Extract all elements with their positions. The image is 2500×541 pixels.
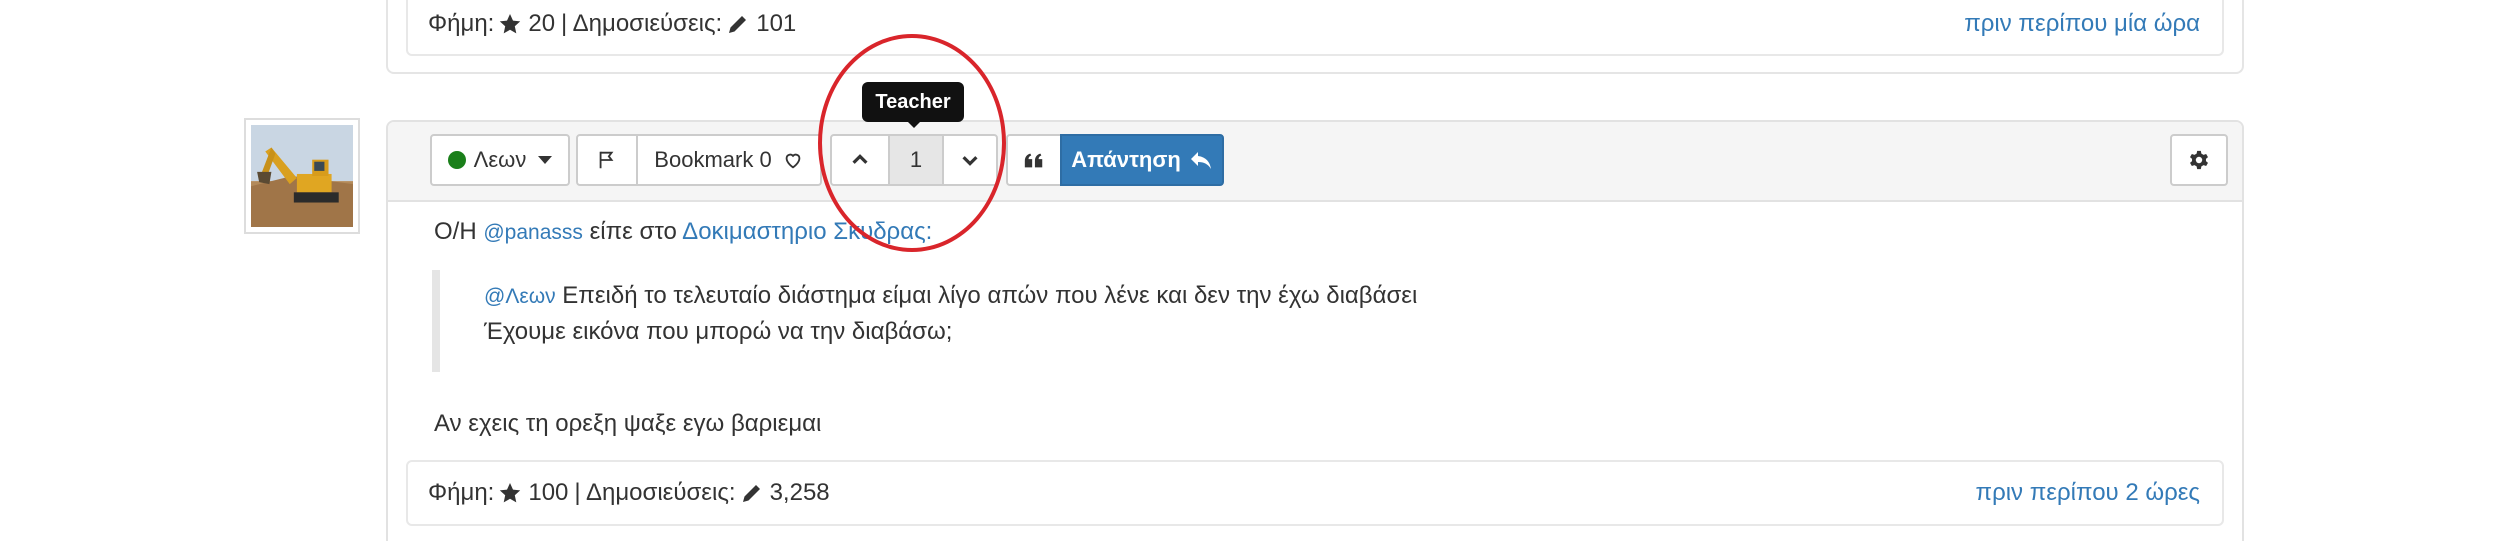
quote-button[interactable] — [1006, 134, 1062, 186]
post-footer: Φήμη: 100 | Δημοσιεύσεις: 3,258 πριν περ… — [406, 460, 2224, 526]
intro-prefix: Ο/Η — [434, 218, 477, 245]
quote-line-1: @Λεων Επειδή το τελευταίο διάστημα είμαι… — [484, 282, 1417, 310]
post-body-text: Αν εχεις τη ορεξη ψαξε εγω βαριεμαι — [434, 410, 822, 437]
quote-mention-link[interactable]: @Λεων — [484, 285, 556, 308]
reputation-value: 100 — [528, 479, 569, 506]
red-circle-annotation — [818, 34, 1006, 252]
flag-icon — [599, 151, 614, 169]
intro-middle: είπε στο — [589, 218, 677, 245]
reputation-label: Φήμη: — [428, 479, 495, 506]
online-status-dot — [447, 151, 466, 169]
star-icon — [500, 483, 521, 503]
pencil-icon — [742, 485, 760, 502]
post-time-link[interactable]: πριν περίπου 2 ώρες — [1976, 479, 2200, 507]
avatar[interactable] — [244, 118, 360, 234]
bookmark-button[interactable]: Bookmark 0 — [636, 134, 822, 186]
pencil-icon — [729, 16, 747, 33]
gear-icon — [2190, 150, 2208, 170]
caret-down-icon — [538, 156, 553, 164]
reputation-value: 20 — [528, 10, 556, 37]
reputation-label: Φήμη: — [428, 10, 495, 37]
star-icon — [500, 14, 521, 34]
previous-post-stats: Φήμη: 20 | Δημοσιεύσεις: 101 — [428, 10, 796, 38]
blockquote: @Λεων Επειδή το τελευταίο διάστημα είμαι… — [432, 270, 1632, 372]
reply-button[interactable]: Απάντηση — [1060, 134, 1224, 186]
quote-icon — [1024, 153, 1043, 168]
posts-label: | Δημοσιεύσεις: — [561, 10, 723, 37]
bookmark-label: Bookmark 0 — [654, 147, 772, 172]
posts-value: 101 — [756, 10, 797, 37]
heart-icon — [785, 153, 801, 169]
intro-mention-link[interactable]: @panasss — [483, 221, 583, 244]
previous-post-time-link[interactable]: πριν περίπου μία ώρα — [1964, 10, 2200, 38]
posts-value: 3,258 — [769, 479, 830, 506]
quote-text-1: Επειδή το τελευταίο διάστημα είμαι λίγο … — [562, 282, 1418, 309]
previous-post-footer: Φήμη: 20 | Δημοσιεύσεις: 101 πριν περίπο… — [406, 0, 2224, 56]
reply-icon — [1190, 152, 1211, 169]
author-name: Λεων — [473, 147, 527, 172]
flag-button[interactable] — [576, 134, 638, 186]
post-tools-button[interactable] — [2170, 134, 2228, 186]
post-stats: Φήμη: 100 | Δημοσιεύσεις: 3,258 — [428, 479, 830, 507]
quote-line-2: Έχουμε εικόνα που μπορώ να την διαβάσω; — [484, 318, 953, 345]
reply-label: Απάντηση — [1071, 147, 1181, 172]
posts-label: | Δημοσιεύσεις: — [574, 479, 736, 506]
avatar-excavator-image — [251, 125, 353, 227]
author-dropdown-button[interactable]: Λεων — [430, 134, 570, 186]
